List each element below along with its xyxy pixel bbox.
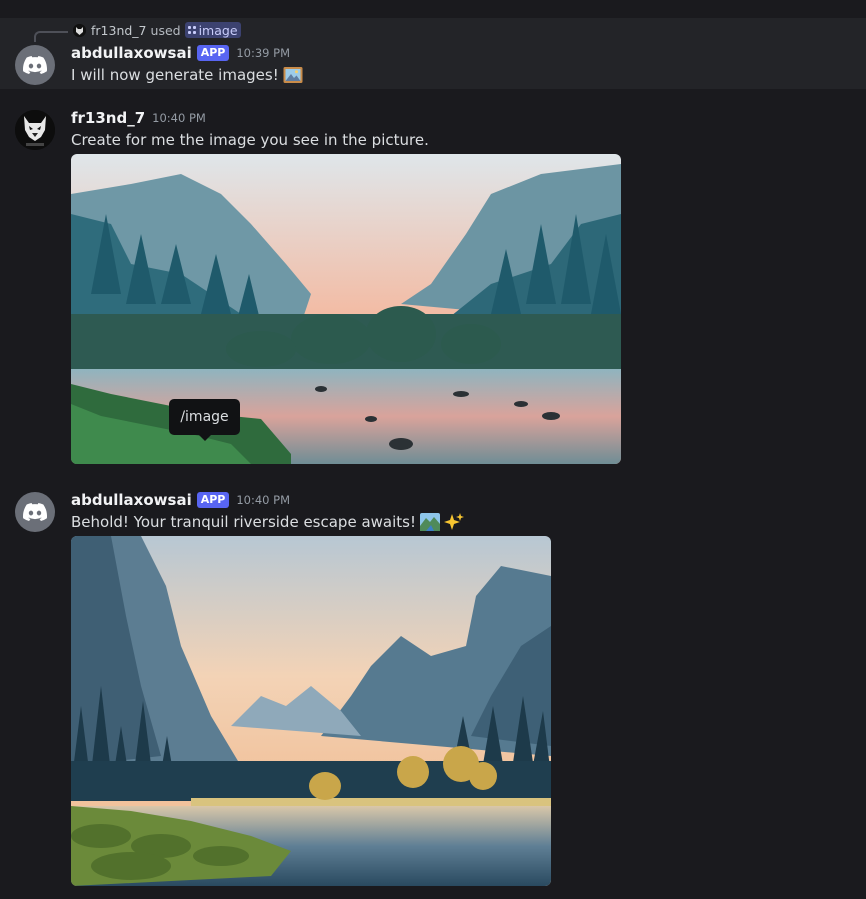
message-header: abdullaxowsai APP 10:39 PM xyxy=(71,44,290,62)
top-strip xyxy=(0,0,866,18)
reply-action: used xyxy=(150,22,181,38)
tooltip-text: /image xyxy=(180,409,229,425)
app-badge: APP xyxy=(196,45,230,61)
message-text: Behold! Your tranquil riverside escape a… xyxy=(71,513,464,531)
message-text: I will now generate images! xyxy=(71,66,303,84)
message-content: Create for me the image you see in the p… xyxy=(71,131,429,149)
photo-river-valley xyxy=(71,154,621,464)
author-name[interactable]: abdullaxowsai xyxy=(71,491,192,509)
command-tooltip: /image xyxy=(169,399,240,441)
command-name: image xyxy=(198,22,238,38)
timestamp[interactable]: 10:39 PM xyxy=(236,46,290,60)
message-content: I will now generate images! xyxy=(71,66,279,84)
reply-username[interactable]: fr13nd_7 xyxy=(91,23,147,38)
illustration-valley xyxy=(71,536,551,886)
discord-logo-icon xyxy=(23,503,47,521)
app-command-icon xyxy=(187,26,196,34)
author-name[interactable]: abdullaxowsai xyxy=(71,44,192,62)
app-badge: APP xyxy=(196,492,230,508)
discord-bot-avatar[interactable] xyxy=(15,45,55,85)
user-avatar-wolf[interactable] xyxy=(15,110,55,150)
photo-attachment[interactable] xyxy=(71,154,621,464)
generated-image-attachment[interactable] xyxy=(71,536,551,886)
author-name[interactable]: fr13nd_7 xyxy=(71,109,145,127)
reply-connector xyxy=(34,31,68,42)
timestamp[interactable]: 10:40 PM xyxy=(152,111,206,125)
timestamp[interactable]: 10:40 PM xyxy=(236,493,290,507)
national-park-emoji-icon xyxy=(419,513,440,531)
discord-bot-avatar[interactable] xyxy=(15,492,55,532)
message-text: Create for me the image you see in the p… xyxy=(71,131,429,149)
interaction-reference[interactable]: fr13nd_7 used image xyxy=(73,22,241,38)
discord-logo-icon xyxy=(23,56,47,74)
framed-picture-emoji-icon xyxy=(283,67,303,83)
wolf-logo-icon xyxy=(15,110,55,150)
sparkles-emoji-icon xyxy=(443,513,464,530)
message-header: abdullaxowsai APP 10:40 PM xyxy=(71,491,290,509)
command-chip[interactable]: image xyxy=(184,22,241,38)
message-content: Behold! Your tranquil riverside escape a… xyxy=(71,513,416,531)
wolf-avatar-icon xyxy=(73,23,86,37)
message-header: fr13nd_7 10:40 PM xyxy=(71,109,206,127)
